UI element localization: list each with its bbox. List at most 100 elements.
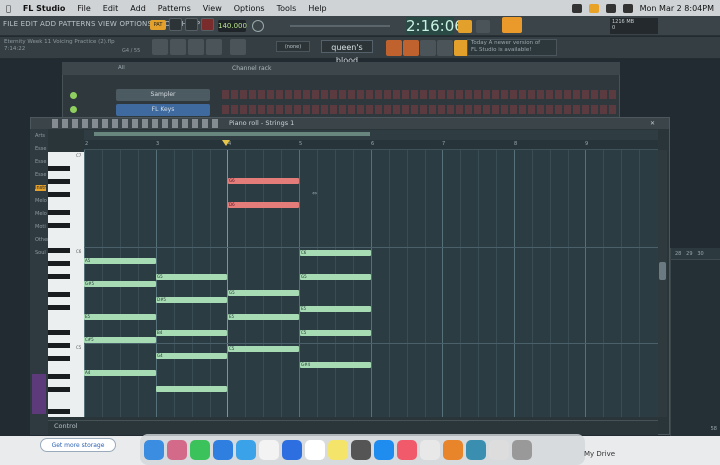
menu-edit[interactable]: Edit [97,4,125,13]
browser-item-10[interactable]: Soul [35,250,46,256]
news-panel[interactable]: Today A newer version of FL Studio is av… [467,39,557,56]
quicktime-icon[interactable] [466,439,486,460]
safari-icon[interactable] [236,439,256,460]
note-a5[interactable]: A5 [84,258,156,264]
browser-icon[interactable] [230,39,246,55]
finder-icon[interactable] [144,439,164,460]
zoom-icon[interactable] [282,439,302,460]
note-gs5[interactable]: G#5 [84,281,156,287]
mixer-icon[interactable] [206,39,222,55]
browser-item-6[interactable]: Melo [35,198,47,204]
rack-filter[interactable]: All [118,65,125,71]
toggle-1[interactable] [386,40,402,56]
loop-bar[interactable] [94,132,370,136]
status-icon[interactable] [571,3,582,13]
vertical-scrollbar[interactable] [658,150,667,417]
note-g6[interactable]: G6 [228,178,299,184]
my-drive-label[interactable]: My Drive [584,450,615,458]
channel-sampler[interactable]: Sampler [116,89,210,101]
online-icon[interactable] [458,20,472,33]
launchpad-icon[interactable] [167,439,187,460]
music-icon[interactable] [397,439,417,460]
screenshot-icon[interactable] [489,439,509,460]
record-button[interactable] [201,18,214,31]
note-gs4[interactable]: G#4 [300,362,371,368]
browser-item-4[interactable]: Esse [35,172,46,178]
menu-tools[interactable]: Tools [271,4,303,13]
toggle-2[interactable] [403,40,419,56]
play-button[interactable] [169,18,182,31]
menu-help[interactable]: Help [302,4,332,13]
photos-icon[interactable] [259,439,279,460]
trash-icon[interactable] [512,439,532,460]
tempo-display[interactable]: 140.000 [218,20,247,32]
control-center-icon[interactable] [622,3,633,13]
browser-item-5[interactable]: Instr [35,185,47,191]
step-sequencer-row-1[interactable] [222,90,618,99]
channel-fl-keys[interactable]: FL Keys [116,104,210,116]
pattern-song-toggle[interactable]: PAT [150,19,166,30]
menubar-datetime[interactable]: Mon Mar 2 8:04PM [640,4,714,13]
browser-item-2[interactable]: Esse [35,146,46,152]
browser-item-3[interactable]: Esse [35,159,46,165]
note-g4[interactable]: G4 [156,353,227,359]
note-e5-b[interactable]: E5 [228,314,299,320]
snap-icon[interactable] [476,20,490,33]
note-g5-a[interactable]: G5 [156,274,227,280]
note-e5-c[interactable]: E5 [300,306,371,312]
note-grid[interactable]: G6 D6 ⇔ A5 G#5 E5 C#5 A4 G5 D#5 B4 G4 G5… [84,150,658,417]
chrome-icon[interactable] [420,439,440,460]
apple-icon[interactable]:  [0,4,17,13]
fl-tray-icon[interactable] [588,3,599,13]
messages-icon[interactable] [190,439,210,460]
note-c5[interactable]: C5 [228,346,299,352]
download-icon[interactable] [502,17,522,33]
app-store-icon[interactable] [374,439,394,460]
master-pitch-slider[interactable] [290,25,390,27]
playlist-icon[interactable] [152,39,168,55]
menu-options[interactable]: Options [228,4,271,13]
note-g4-b[interactable] [156,386,227,392]
channel-led-1[interactable] [70,92,77,99]
channel-led-2[interactable] [70,106,77,113]
song-time-display[interactable]: 2:16:06 [406,17,464,35]
timeline-ruler[interactable]: 2 3 4 5 6 7 8 9 [84,140,658,150]
note-c5-b[interactable]: C5 [300,330,371,336]
note-c6[interactable]: C6 [300,250,371,256]
playhead-marker[interactable] [222,140,230,146]
settings-icon[interactable] [351,439,371,460]
note-d6[interactable]: D6 [228,202,299,208]
get-more-storage-button[interactable]: Get more storage [40,438,116,452]
scroll-thumb[interactable] [659,262,666,280]
menu-file[interactable]: File [71,4,96,13]
menu-add[interactable]: Add [124,4,152,13]
note-e5[interactable]: E5 [84,314,156,320]
stop-button[interactable] [185,18,198,31]
opt-button[interactable] [420,40,436,56]
close-icon[interactable]: ✕ [650,120,655,127]
note-g5-c[interactable]: G5 [300,274,371,280]
song-name-box[interactable]: queen's blood [321,40,373,65]
metronome-icon[interactable] [252,20,264,32]
browser-item-1[interactable]: Arts [35,133,45,139]
piano-keyboard[interactable]: C7 C6 C5 [48,152,84,417]
browser-item-8[interactable]: Moti [35,224,46,230]
note-b4[interactable]: B4 [156,330,227,336]
piano-roll-icon[interactable] [170,39,186,55]
note-cs5[interactable]: C#5 [84,337,156,343]
step-sequencer-row-2[interactable] [222,105,618,114]
fl-studio-icon[interactable] [443,439,463,460]
note-g5-b[interactable]: G5 [228,290,299,296]
browser-item-7[interactable]: Melo [35,211,47,217]
piano-roll-tools[interactable] [52,119,222,128]
calendar-icon[interactable] [305,439,325,460]
note-a4[interactable]: A4 [84,370,156,376]
channel-rack-icon[interactable] [188,39,204,55]
preset-select[interactable]: (none) [276,41,310,52]
control-lane[interactable]: Control [48,420,658,435]
menu-view[interactable]: View [197,4,228,13]
notes-icon[interactable] [328,439,348,460]
menu-patterns[interactable]: Patterns [152,4,197,13]
note-ds5[interactable]: D#5 [156,297,227,303]
wifi-icon[interactable] [605,3,616,13]
